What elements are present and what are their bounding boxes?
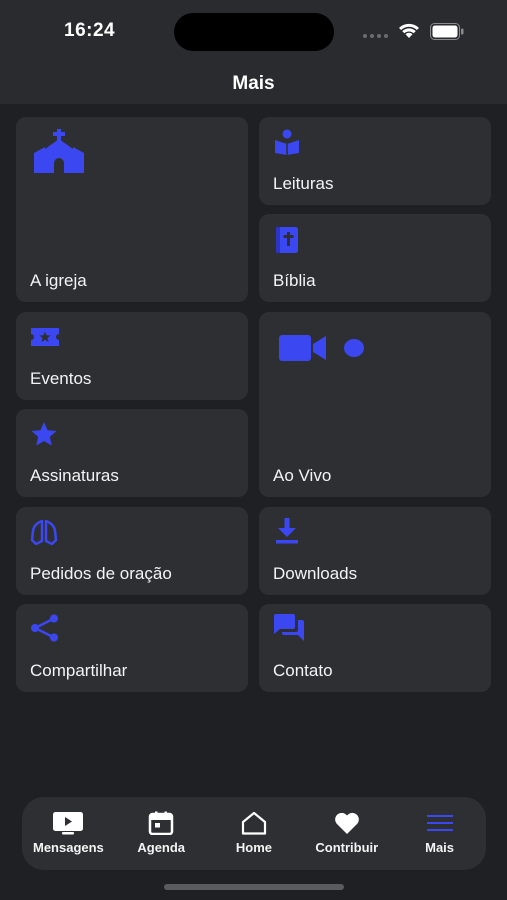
video-camera-icon: [279, 335, 364, 361]
card-label: Leituras: [273, 174, 334, 193]
card-pedidos-de-oracao[interactable]: Pedidos de oração: [16, 507, 248, 595]
tab-label: Mais: [425, 840, 455, 855]
card-a-igreja[interactable]: A igreja: [16, 117, 248, 302]
card-label: Bíblia: [273, 271, 316, 290]
card-assinaturas[interactable]: Assinaturas: [16, 409, 248, 497]
card-ao-vivo[interactable]: Ao Vivo: [259, 312, 491, 497]
wifi-icon: [399, 23, 419, 38]
menu-icon: [426, 815, 453, 831]
page-title: Mais: [232, 73, 275, 94]
card-leituras[interactable]: Leituras: [259, 117, 491, 205]
card-label: Compartilhar: [30, 661, 128, 680]
heart-icon: [334, 812, 359, 834]
download-icon: [276, 518, 298, 544]
card-compartilhar[interactable]: Compartilhar: [16, 604, 248, 692]
bible-icon: [276, 227, 298, 253]
card-label: A igreja: [30, 271, 87, 290]
tab-home[interactable]: Home: [208, 797, 301, 870]
card-label: Eventos: [30, 369, 92, 388]
card-downloads[interactable]: Downloads: [259, 507, 491, 595]
battery-icon: [430, 23, 464, 40]
tab-label: Contribuir: [315, 840, 379, 855]
tab-contribuir[interactable]: Contribuir: [300, 797, 393, 870]
card-biblia[interactable]: Bíblia: [259, 214, 491, 302]
home-indicator[interactable]: [164, 884, 344, 890]
status-time: 16:24: [64, 20, 116, 41]
card-label: Downloads: [273, 564, 358, 583]
tv-icon: [53, 812, 84, 835]
calendar-icon: [148, 811, 174, 835]
praying-hands-icon: [30, 519, 58, 545]
card-label: Assinaturas: [30, 466, 119, 485]
signal-icon: [363, 34, 388, 38]
tab-mensagens[interactable]: Mensagens: [22, 797, 115, 870]
card-label: Ao Vivo: [273, 466, 332, 485]
tab-label: Agenda: [137, 840, 186, 855]
card-contato[interactable]: Contato: [259, 604, 491, 692]
reading-icon: [275, 129, 299, 155]
nav-header: Mais: [0, 64, 507, 104]
card-label: Contato: [273, 661, 333, 680]
star-icon: [31, 422, 57, 446]
card-label: Pedidos de oração: [30, 564, 172, 583]
share-icon: [31, 614, 58, 642]
church-icon: [34, 129, 84, 173]
card-eventos[interactable]: Eventos: [16, 312, 248, 400]
tab-agenda[interactable]: Agenda: [115, 797, 208, 870]
tab-label: Mensagens: [32, 840, 104, 855]
home-icon: [241, 811, 267, 835]
tab-label: Home: [235, 840, 273, 855]
tab-mais[interactable]: Mais: [393, 797, 486, 870]
tab-bar: Mensagens Agenda Home Contribuir Mais: [22, 797, 486, 870]
dynamic-island: [174, 13, 334, 51]
chat-icon: [274, 614, 304, 641]
ticket-icon: [31, 328, 59, 346]
status-bar: 16:24: [0, 0, 507, 64]
